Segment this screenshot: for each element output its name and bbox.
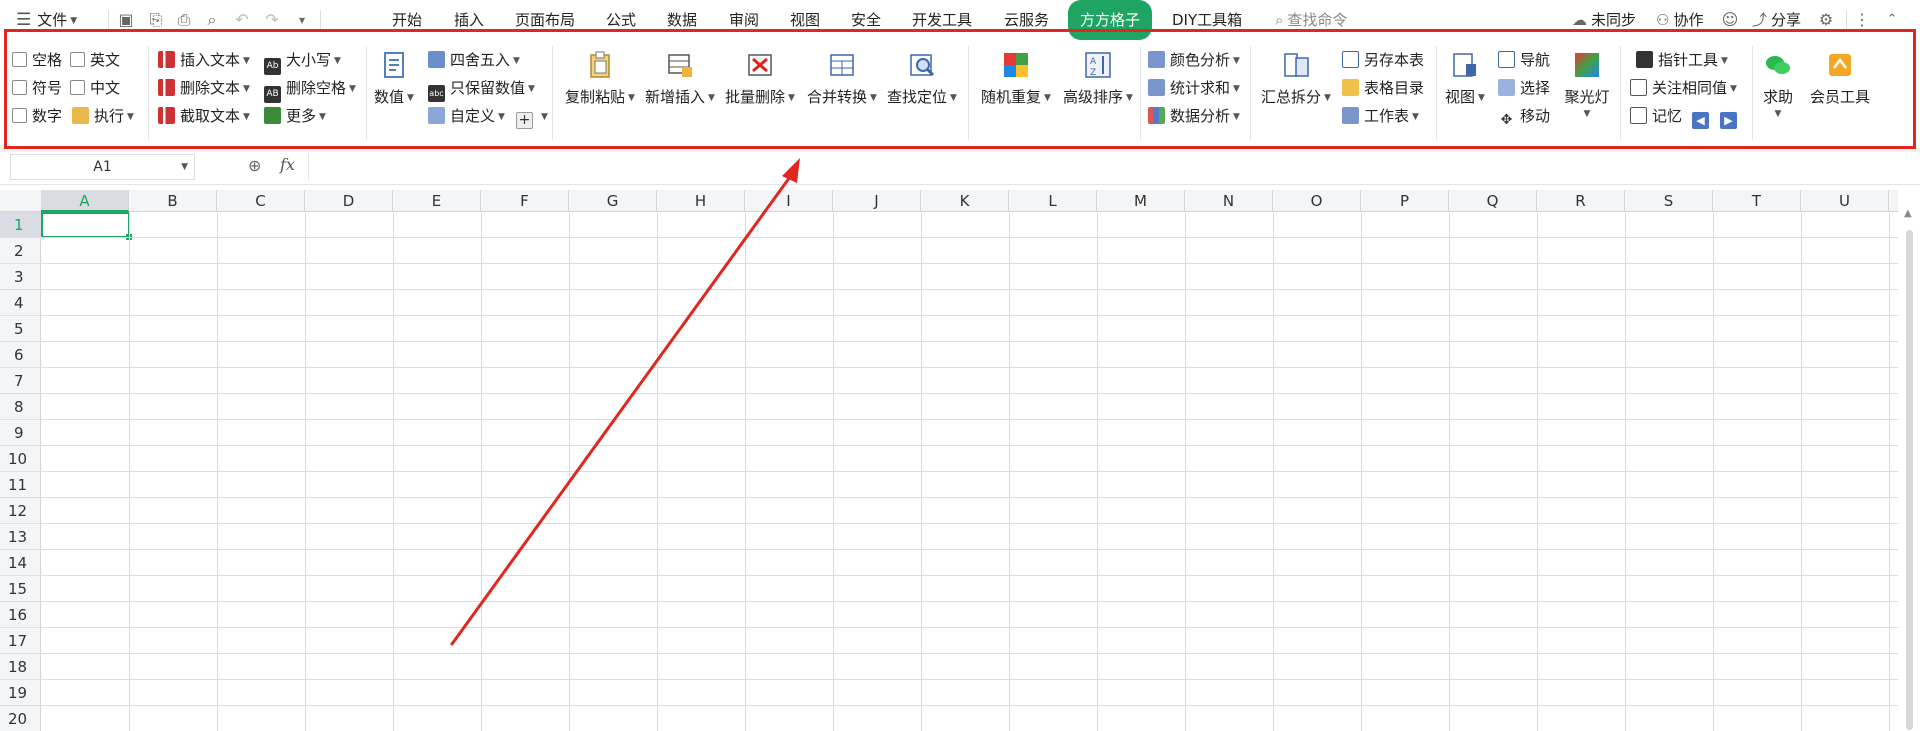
- formula-input[interactable]: [308, 154, 1908, 180]
- grid-line: [41, 601, 1898, 602]
- undo-icon[interactable]: ↶: [232, 10, 252, 30]
- column-header[interactable]: J: [833, 190, 921, 212]
- save-icon[interactable]: ▣: [116, 10, 136, 30]
- print-icon[interactable]: ⎙: [174, 10, 194, 30]
- grid-line: [41, 393, 1898, 394]
- column-header[interactable]: G: [569, 190, 657, 212]
- row-header[interactable]: 16: [0, 602, 41, 628]
- feedback-icon[interactable]: ☺: [1720, 10, 1740, 30]
- highlight-box: [4, 29, 1916, 149]
- column-header[interactable]: N: [1185, 190, 1273, 212]
- customize-toolbar-icon[interactable]: ▾: [292, 10, 312, 30]
- vertical-scrollbar[interactable]: ▲: [1898, 190, 1920, 731]
- row-header[interactable]: 8: [0, 394, 41, 420]
- divider: [1846, 10, 1847, 30]
- user-icon: ⚇: [1656, 11, 1670, 29]
- more-icon[interactable]: ⋮: [1852, 10, 1872, 30]
- grid-line: [41, 445, 1898, 446]
- grid-line: [41, 315, 1898, 316]
- column-header[interactable]: C: [217, 190, 305, 212]
- column-header[interactable]: M: [1097, 190, 1185, 212]
- chevron-down-icon[interactable]: ▼: [181, 155, 188, 179]
- grid-line: [41, 653, 1898, 654]
- settings-icon[interactable]: ⚙: [1816, 10, 1836, 30]
- row-header[interactable]: 3: [0, 264, 41, 290]
- chevron-down-icon: ▼: [70, 16, 78, 26]
- row-header[interactable]: 17: [0, 628, 41, 654]
- row-header[interactable]: 2: [0, 238, 41, 264]
- active-cell[interactable]: [41, 212, 132, 240]
- share-icon: ⤴: [1752, 11, 1768, 29]
- column-header[interactable]: Q: [1449, 190, 1537, 212]
- column-header[interactable]: D: [305, 190, 393, 212]
- scrollbar-thumb[interactable]: [1906, 230, 1913, 730]
- cloud-icon: ☁: [1572, 11, 1587, 29]
- column-header[interactable]: P: [1361, 190, 1449, 212]
- grid-line: [41, 549, 1898, 550]
- zoom-formula-icon[interactable]: ⊕: [248, 156, 261, 175]
- divider: [108, 10, 109, 30]
- row-header[interactable]: 13: [0, 524, 41, 550]
- row-header[interactable]: 1: [0, 212, 41, 238]
- row-header[interactable]: 15: [0, 576, 41, 602]
- column-header[interactable]: K: [921, 190, 1009, 212]
- formula-bar: A1 ▼ ⊕ fx: [0, 152, 1920, 185]
- cell-area[interactable]: [41, 212, 1898, 731]
- column-header[interactable]: B: [129, 190, 217, 212]
- search-icon: ⌕: [1275, 11, 1284, 29]
- column-header[interactable]: T: [1713, 190, 1801, 212]
- row-header[interactable]: 14: [0, 550, 41, 576]
- export-pdf-icon[interactable]: ⎘: [146, 10, 166, 30]
- grid-line: [41, 705, 1898, 706]
- row-header[interactable]: 4: [0, 290, 41, 316]
- grid-line: [41, 237, 1898, 238]
- column-header[interactable]: H: [657, 190, 745, 212]
- column-header[interactable]: E: [393, 190, 481, 212]
- grid-line: [41, 679, 1898, 680]
- row-header[interactable]: 11: [0, 472, 41, 498]
- column-header[interactable]: O: [1273, 190, 1361, 212]
- row-header[interactable]: 5: [0, 316, 41, 342]
- column-header[interactable]: I: [745, 190, 833, 212]
- column-header[interactable]: S: [1625, 190, 1713, 212]
- row-header[interactable]: 9: [0, 420, 41, 446]
- row-headers: 1 2 3 4 5 6 7 8 9 10 11 12 13 14 15 16 17 18 19 20: [0, 212, 41, 731]
- grid-line: [41, 471, 1898, 472]
- grid-line: [41, 289, 1898, 290]
- name-box[interactable]: A1 ▼: [10, 154, 195, 180]
- grid-line: [41, 523, 1898, 524]
- divider: [320, 10, 321, 30]
- column-header[interactable]: F: [481, 190, 569, 212]
- grid-line: [41, 263, 1898, 264]
- column-header[interactable]: R: [1537, 190, 1625, 212]
- row-header[interactable]: 7: [0, 368, 41, 394]
- grid-line: [41, 419, 1898, 420]
- grid-line: [41, 627, 1898, 628]
- spreadsheet-grid: ABCDEFGHIJKLMNOPQRSTU 1 2 3 4 5 6 7 8 9 10 11 12 13 1…: [0, 190, 1920, 731]
- row-header[interactable]: 18: [0, 654, 41, 680]
- row-header[interactable]: 20: [0, 706, 41, 731]
- column-header[interactable]: A: [41, 190, 129, 212]
- fx-icon[interactable]: fx: [280, 155, 295, 174]
- column-header[interactable]: L: [1009, 190, 1097, 212]
- hamburger-icon: ☰: [16, 10, 32, 30]
- column-header[interactable]: U: [1801, 190, 1889, 212]
- print-preview-icon[interactable]: ⌕: [202, 10, 222, 30]
- grid-line: [41, 497, 1898, 498]
- row-header[interactable]: 19: [0, 680, 41, 706]
- column-headers: ABCDEFGHIJKLMNOPQRSTU: [0, 190, 1898, 212]
- collapse-ribbon-icon[interactable]: ⌃: [1882, 10, 1902, 30]
- grid-line: [41, 367, 1898, 368]
- row-header[interactable]: 10: [0, 446, 41, 472]
- row-header[interactable]: 12: [0, 498, 41, 524]
- grid-line: [41, 575, 1898, 576]
- redo-icon[interactable]: ↷: [262, 10, 282, 30]
- scroll-up-icon[interactable]: ▲: [1904, 208, 1912, 219]
- grid-line: [41, 341, 1898, 342]
- row-header[interactable]: 6: [0, 342, 41, 368]
